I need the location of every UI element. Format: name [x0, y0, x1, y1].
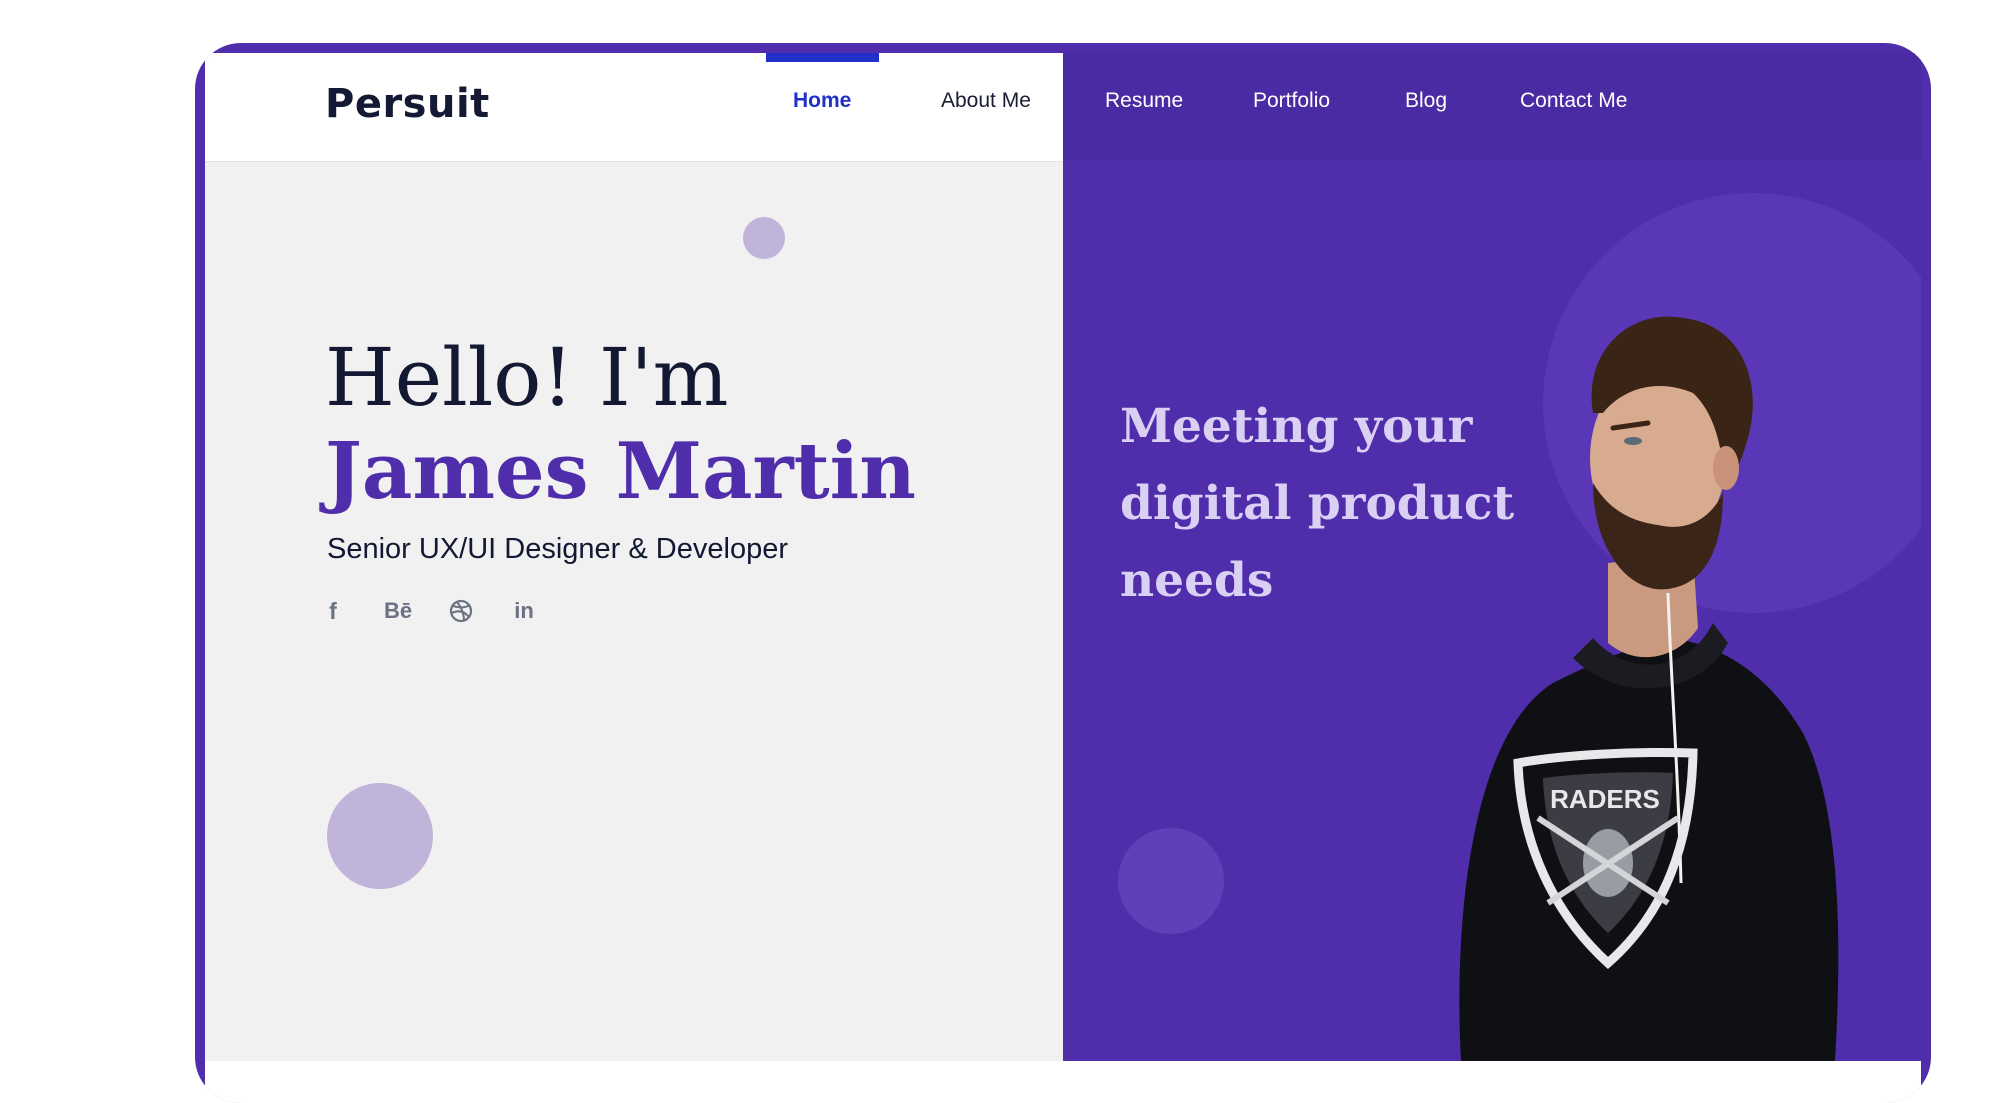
nav-portfolio[interactable]: Portfolio — [1253, 89, 1330, 113]
nav-home[interactable]: Home — [793, 89, 851, 113]
behance-glyph: Bē — [383, 598, 413, 623]
nav-contact-me[interactable]: Contact Me — [1520, 89, 1627, 113]
next-section-edge — [205, 1061, 1921, 1103]
nav-resume[interactable]: Resume — [1105, 89, 1183, 113]
active-nav-indicator — [766, 53, 879, 62]
facebook-icon[interactable]: f — [323, 597, 343, 625]
linkedin-glyph: in — [514, 598, 534, 623]
facebook-glyph: f — [329, 597, 337, 624]
decorative-dot-top — [743, 217, 785, 259]
nav-about-me[interactable]: About Me — [941, 89, 1031, 113]
device-frame: Persuit Home About Me Resume Portfolio B… — [195, 43, 1931, 1103]
site-logo[interactable]: Persuit — [325, 81, 490, 127]
shirt-print-text: RADERS — [1550, 784, 1660, 814]
decorative-circle-small — [1118, 828, 1224, 934]
hero-greeting: Hello! I'm — [325, 331, 729, 424]
linkedin-icon[interactable]: in — [511, 597, 537, 625]
decorative-dot-bottom — [327, 783, 433, 889]
behance-icon[interactable]: Bē — [381, 597, 415, 625]
hero-name: James Martin — [325, 426, 917, 517]
dribbble-glyph — [449, 599, 473, 623]
navbar-right — [1063, 53, 1921, 161]
website-screen: Persuit Home About Me Resume Portfolio B… — [205, 53, 1921, 1103]
hero-role: Senior UX/UI Designer & Developer — [327, 533, 788, 565]
portrait-photo: RADERS — [1459, 316, 1839, 1061]
dribbble-icon[interactable] — [448, 597, 474, 625]
nav-blog[interactable]: Blog — [1405, 89, 1447, 113]
